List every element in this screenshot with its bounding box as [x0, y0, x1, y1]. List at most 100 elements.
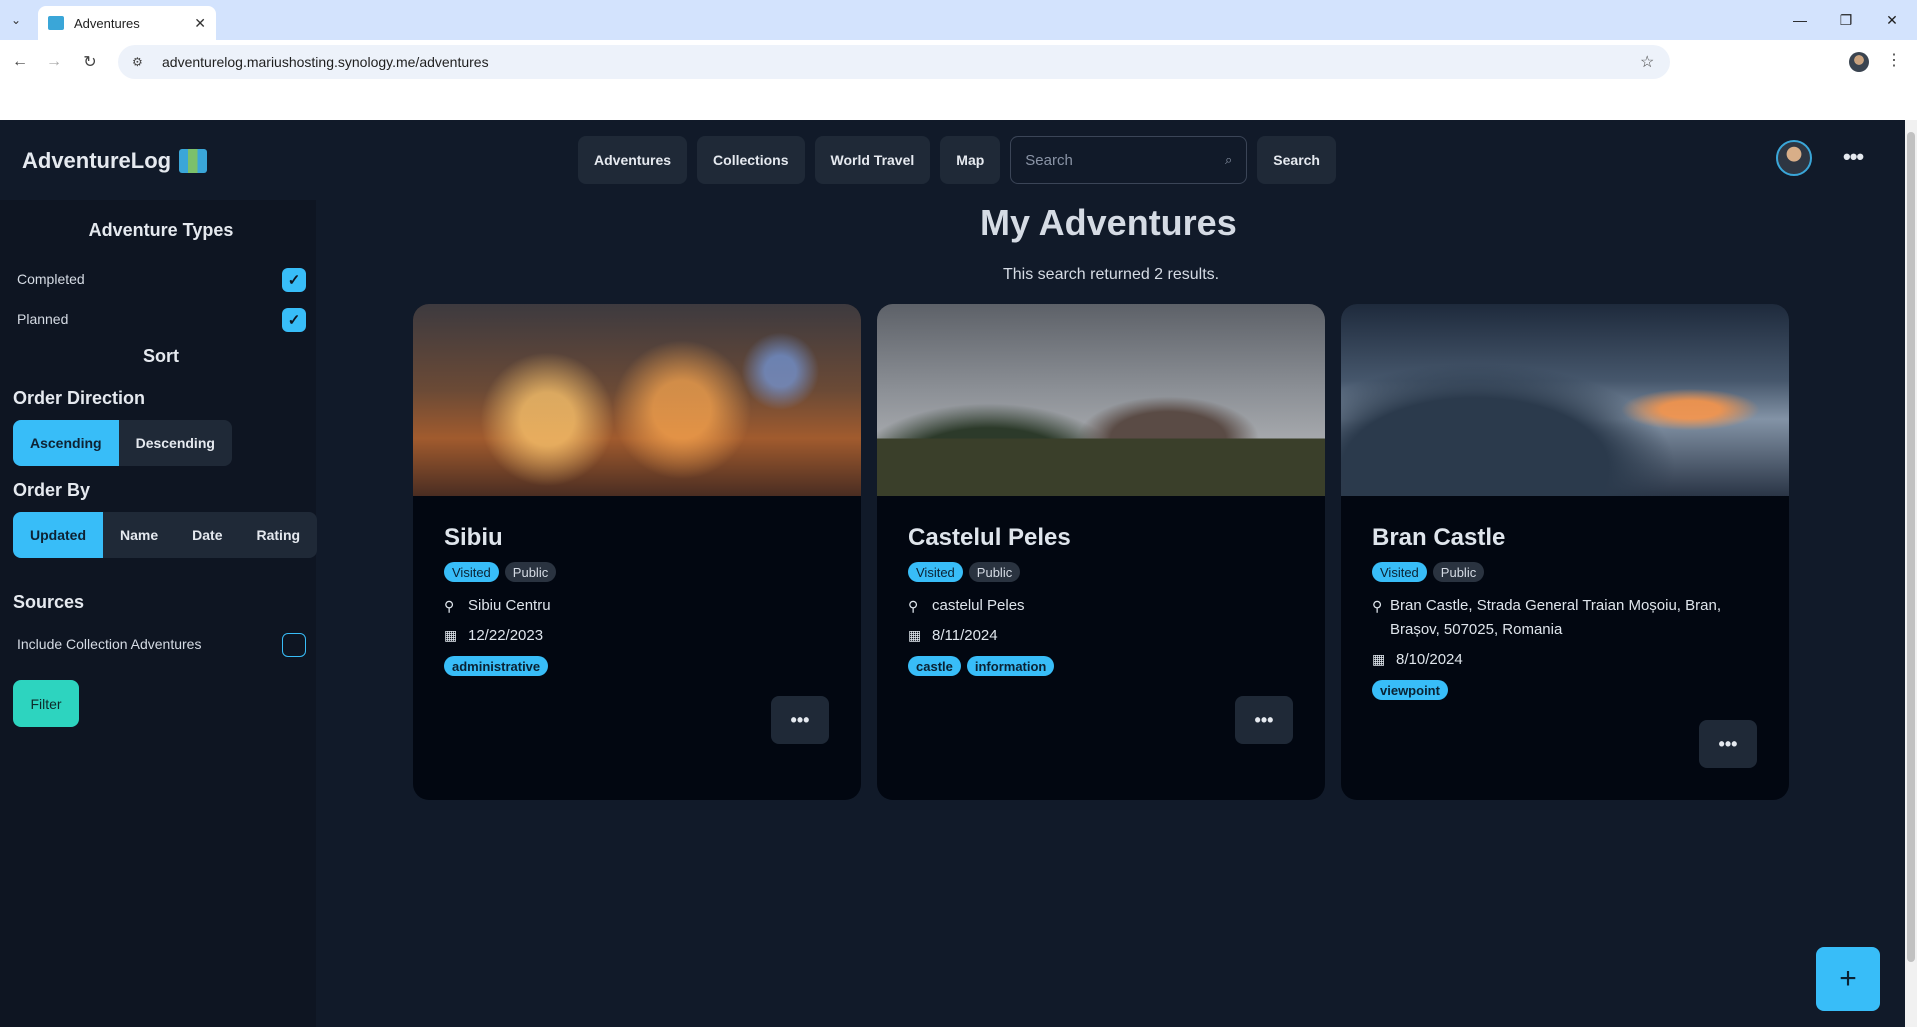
completed-checkbox[interactable]: ✓: [282, 268, 306, 292]
bookmark-star-icon[interactable]: ☆: [1640, 52, 1670, 72]
tab-search-icon[interactable]: ⌄: [6, 10, 26, 30]
search-button[interactable]: Search: [1257, 136, 1336, 184]
adventure-image: [1341, 304, 1789, 496]
tag: information: [966, 656, 1055, 676]
order-direction-toggle: Ascending Descending: [13, 420, 232, 466]
adventure-date: ▦ 12/22/2023: [444, 627, 543, 644]
card-menu-button[interactable]: •••: [1699, 720, 1757, 768]
nav-adventures[interactable]: Adventures: [578, 136, 688, 184]
browser-profile-avatar[interactable]: [1849, 52, 1869, 72]
adventure-location: ⚲ Bran Castle, Strada General Traian Moș…: [1372, 594, 1752, 642]
results-count: This search returned 2 results.: [1003, 266, 1220, 283]
add-adventure-button[interactable]: +: [1816, 947, 1880, 1011]
page-top-gap: [0, 84, 1917, 120]
order-by-toggle: Updated Name Date Rating: [13, 512, 318, 558]
adventure-tags: viewpoint: [1372, 680, 1448, 700]
adventure-name[interactable]: Bran Castle: [1372, 524, 1505, 552]
card-menu-button[interactable]: •••: [1235, 696, 1293, 744]
adventure-card[interactable]: Bran Castle Visited Public ⚲ Bran Castle…: [1341, 304, 1789, 800]
order-rating-option[interactable]: Rating: [240, 512, 318, 558]
adventure-image: [413, 304, 861, 496]
order-name-option[interactable]: Name: [103, 512, 175, 558]
browser-menu-icon[interactable]: ⋮: [1886, 50, 1902, 70]
date-text: 8/10/2024: [1396, 651, 1463, 668]
order-by-label: Order By: [13, 480, 91, 500]
reload-icon[interactable]: ↻: [78, 50, 102, 74]
adventure-tags: administrative: [444, 656, 549, 676]
calendar-icon: ▦: [444, 627, 458, 643]
map-icon: [179, 149, 208, 173]
pin-icon: ⚲: [1372, 598, 1383, 614]
ascending-option[interactable]: Ascending: [13, 420, 119, 466]
descending-option[interactable]: Descending: [119, 420, 232, 466]
close-tab-icon[interactable]: ✕: [194, 15, 206, 32]
minimize-icon[interactable]: —: [1777, 0, 1823, 40]
adventure-name[interactable]: Sibiu: [444, 524, 503, 552]
search-icon: ⌕: [1225, 152, 1233, 167]
page-title: My Adventures: [980, 202, 1237, 243]
search-input[interactable]: Search ⌕: [1010, 136, 1248, 184]
app-root: AdventureLog Adventures Collections Worl…: [0, 120, 1905, 1027]
brand-logo[interactable]: AdventureLog: [22, 148, 208, 174]
pin-icon: ⚲: [908, 598, 919, 614]
nav-world-travel[interactable]: World Travel: [814, 136, 931, 184]
adventure-date: ▦ 8/11/2024: [908, 627, 998, 644]
nav-collections[interactable]: Collections: [697, 136, 805, 184]
planned-checkbox[interactable]: ✓: [282, 308, 306, 332]
search-placeholder: Search: [1025, 151, 1073, 169]
sort-title: Sort: [143, 346, 179, 366]
adventure-card[interactable]: Sibiu Visited Public ⚲ Sibiu Centru ▦ 12…: [413, 304, 861, 800]
calendar-icon: ▦: [1372, 651, 1386, 667]
tag: viewpoint: [1372, 680, 1448, 700]
order-date-option[interactable]: Date: [175, 512, 239, 558]
calendar-icon: ▦: [908, 627, 922, 643]
page-scrollbar[interactable]: [1905, 120, 1917, 1027]
adventure-location: ⚲ Sibiu Centru: [444, 594, 834, 618]
completed-label: Completed: [17, 271, 85, 287]
tag: administrative: [444, 656, 549, 676]
forward-icon[interactable]: →: [42, 50, 66, 74]
location-text: castelul Peles: [932, 597, 1025, 614]
visited-badge: Visited: [908, 562, 963, 582]
nav-map[interactable]: Map: [940, 136, 1001, 184]
site-info-icon[interactable]: ⚙: [132, 54, 148, 70]
include-collections-label: Include Collection Adventures: [17, 636, 202, 652]
adventure-badges: Visited Public: [1372, 562, 1485, 582]
adventure-name[interactable]: Castelul Peles: [908, 524, 1071, 552]
adventure-card[interactable]: Castelul Peles Visited Public ⚲ castelul…: [877, 304, 1325, 800]
adventure-badges: Visited Public: [444, 562, 557, 582]
filter-sidebar: Adventure Types Completed ✓ Planned ✓ So…: [0, 200, 318, 1027]
location-text: Sibiu Centru: [468, 597, 551, 614]
visited-badge: Visited: [1372, 562, 1427, 582]
date-text: 8/11/2024: [932, 627, 998, 644]
more-menu-icon[interactable]: •••: [1843, 144, 1864, 170]
browser-tab[interactable]: Adventures ✕: [38, 6, 216, 40]
restore-icon[interactable]: ❐: [1823, 0, 1869, 40]
user-avatar[interactable]: [1776, 140, 1812, 176]
planned-label: Planned: [17, 311, 69, 327]
location-text: Bran Castle, Strada General Traian Moșoi…: [1390, 597, 1721, 638]
adventure-types-title: Adventure Types: [88, 220, 234, 240]
scrollbar-thumb[interactable]: [1907, 132, 1915, 962]
top-nav: Adventures Collections World Travel Map …: [578, 136, 1336, 184]
sources-label: Sources: [13, 592, 85, 612]
filter-button[interactable]: Filter: [13, 680, 79, 727]
adventure-tags: castle information: [908, 656, 1055, 676]
include-collections-checkbox[interactable]: [282, 633, 306, 657]
public-badge: Public: [968, 562, 1021, 582]
back-icon[interactable]: ←: [8, 50, 32, 74]
adventure-image: [877, 304, 1325, 496]
browser-tab-strip: ⌄ Adventures ✕ — ❐ ✕: [0, 0, 1917, 40]
close-window-icon[interactable]: ✕: [1869, 0, 1915, 40]
brand-name: AdventureLog: [22, 148, 172, 173]
pin-icon: ⚲: [444, 598, 455, 614]
adventure-date: ▦ 8/10/2024: [1372, 651, 1463, 668]
tag: castle: [908, 656, 961, 676]
card-menu-button[interactable]: •••: [771, 696, 829, 744]
browser-toolbar: ← → ↻ ⚙ adventurelog.mariushosting.synol…: [0, 40, 1917, 84]
adventure-badges: Visited Public: [908, 562, 1021, 582]
order-updated-option[interactable]: Updated: [13, 512, 103, 558]
favicon-icon: [48, 16, 64, 30]
visited-badge: Visited: [444, 562, 499, 582]
address-bar[interactable]: ⚙ adventurelog.mariushosting.synology.me…: [118, 45, 1670, 79]
